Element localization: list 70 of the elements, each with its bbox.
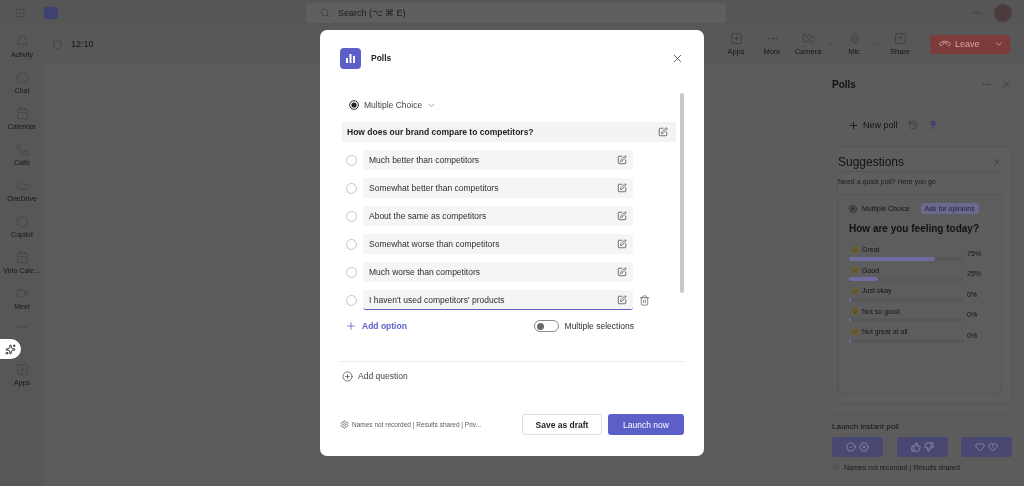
radio-icon [849,204,857,213]
save-draft-button[interactable]: Save as draft [522,414,602,435]
plus-icon [345,320,357,332]
check-circle-icon [846,442,856,452]
smiley-icon [851,307,859,316]
instant-poll-button[interactable] [832,437,883,457]
smiley-icon [851,266,859,275]
option-field[interactable]: Much better than competitors [363,150,633,170]
edit-icon[interactable] [617,238,627,249]
add-option-button[interactable]: Add option [342,320,407,332]
plus-circle-icon [342,370,353,382]
launch-button[interactable]: Launch now [608,414,684,435]
delete-icon[interactable] [639,294,650,306]
heart-icon [975,442,985,452]
panel-title: Polls [832,78,857,90]
toggle-label: Multiple selections [564,321,634,331]
edit-icon[interactable] [617,210,627,221]
instant-poll-button[interactable] [896,437,948,457]
add-question-button[interactable]: Add question [340,362,684,390]
option-field[interactable]: I haven't used competitors' products [363,290,633,310]
app-logo [44,7,58,19]
copilot-button[interactable] [0,339,21,359]
sparkle-icon [5,343,16,355]
share-icon [893,32,907,45]
toggle-switch[interactable] [533,320,559,332]
smiley-icon [851,286,859,295]
dialog-title: Polls [371,53,393,63]
edit-icon[interactable] [617,294,627,305]
bar-chart-icon [340,47,361,69]
suggestions-title: Suggestions [838,154,906,169]
thumbs-down-icon [923,442,934,452]
radio-icon [349,100,359,110]
option-field[interactable]: Somewhat better than competitors [363,178,633,198]
radio-button[interactable] [346,238,357,250]
settings-icon[interactable] [340,420,349,429]
radio-button[interactable] [346,182,357,194]
smiley-icon [851,245,859,254]
chevron-down-icon [994,39,1004,49]
edit-icon[interactable] [617,266,627,277]
edit-icon[interactable] [617,154,627,165]
radio-button[interactable] [346,154,357,166]
broken-heart-icon [988,442,998,452]
option-field[interactable]: Much worse than competitors [363,262,633,282]
edit-icon[interactable] [617,182,627,193]
instant-poll-button[interactable] [961,437,1012,457]
camera-off-icon [801,32,815,45]
edit-icon[interactable] [658,127,668,137]
x-circle-icon [859,442,869,452]
thumbs-up-icon [910,442,921,452]
new-poll-button[interactable]: New poll [848,119,898,131]
smiley-icon [851,327,859,336]
question-type-dropdown[interactable]: Multiple Choice [342,93,437,117]
lightbulb-icon[interactable] [927,120,938,130]
radio-button[interactable] [346,294,357,306]
plus-square-icon [729,32,743,45]
question-field[interactable]: How does our brand compare to competitors? [342,122,676,142]
plus-icon [848,119,859,131]
close-icon[interactable] [1001,78,1012,90]
search-icon [320,8,330,18]
option-field[interactable]: Somewhat worse than competitors [363,234,633,254]
history-icon[interactable] [907,120,918,130]
microphone-icon [847,32,861,45]
radio-button[interactable] [346,266,357,278]
close-icon[interactable] [992,156,1002,167]
option-field[interactable]: About the same as competitors [363,206,633,226]
avatar[interactable] [994,4,1012,22]
leave-button[interactable]: Leave [930,34,1010,54]
radio-button[interactable] [346,210,357,222]
meeting-timer: 12:10 [71,39,94,49]
poll-question: How are you feeling today? [849,223,981,234]
